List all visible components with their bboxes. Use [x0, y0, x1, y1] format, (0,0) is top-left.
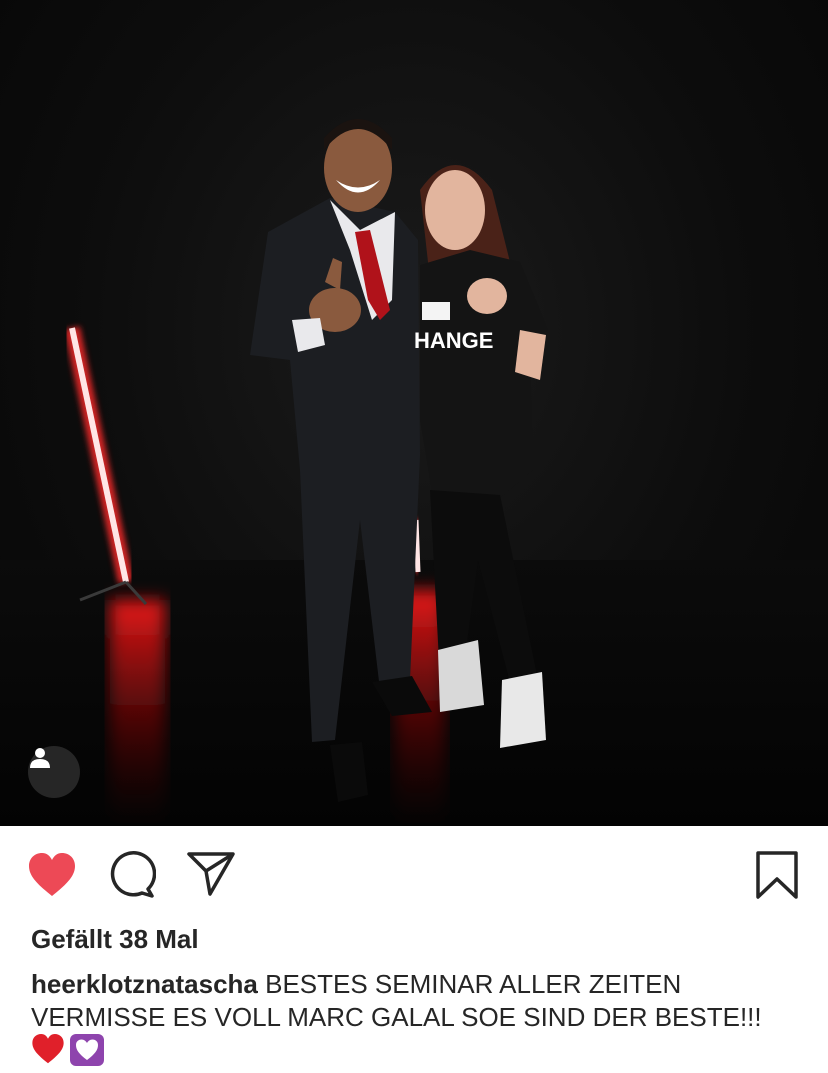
user-tag-button[interactable]: [28, 746, 80, 798]
save-button[interactable]: [755, 850, 799, 900]
heart-icon: [29, 853, 75, 896]
post-photo[interactable]: HANGE: [0, 0, 828, 826]
shirt-text: HANGE: [414, 328, 493, 353]
post-action-bar: [0, 826, 828, 922]
red-heart-emoji-icon: [32, 1034, 64, 1064]
bookmark-icon: [756, 851, 798, 899]
caption-username[interactable]: heerklotznatascha: [31, 969, 258, 999]
user-tag-icon: [30, 748, 50, 768]
share-button[interactable]: [186, 851, 236, 897]
like-button[interactable]: [27, 852, 77, 898]
comment-icon: [110, 851, 156, 898]
light-reflection-left: [110, 600, 165, 826]
photo-scene: HANGE: [0, 119, 828, 826]
caption-emojis: [31, 1033, 105, 1067]
purple-heart-emoji-icon: [70, 1034, 104, 1066]
post-caption: heerklotznatascha BESTES SEMINAR ALLER Z…: [31, 968, 811, 1034]
comment-button[interactable]: [108, 851, 156, 899]
likes-count[interactable]: Gefällt 38 Mal: [31, 924, 199, 955]
send-icon: [187, 852, 235, 896]
